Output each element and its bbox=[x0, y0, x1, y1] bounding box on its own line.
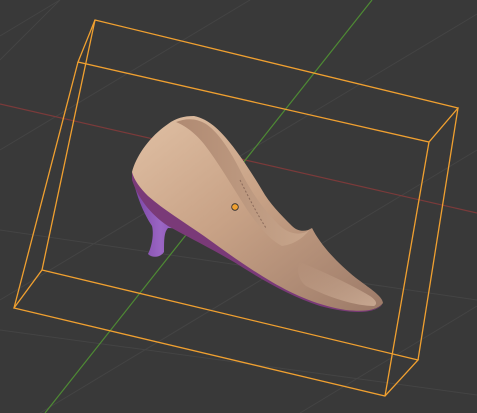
3d-viewport[interactable] bbox=[0, 0, 477, 413]
object-origin-point[interactable] bbox=[231, 203, 239, 211]
viewport-canvas[interactable] bbox=[0, 0, 477, 413]
